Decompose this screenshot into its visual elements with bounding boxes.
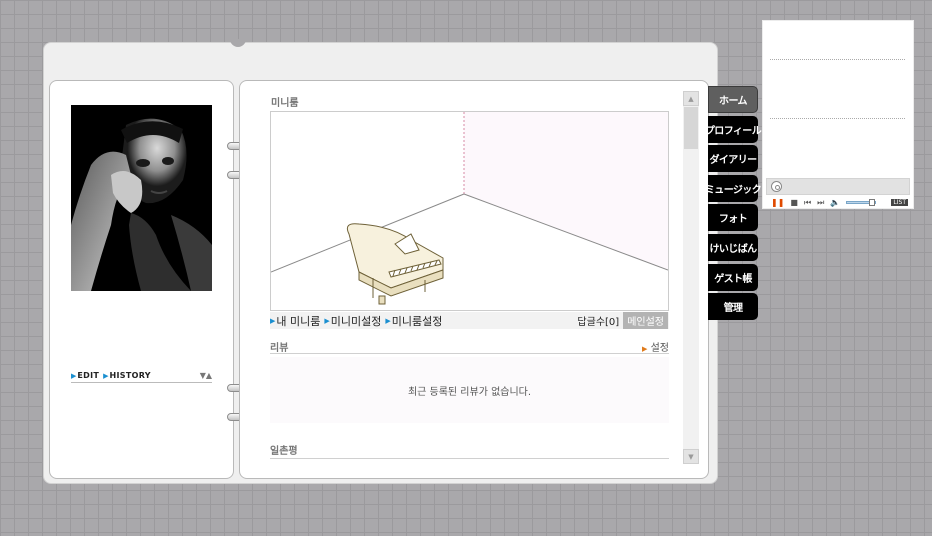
ilchon-title: 일촌평 (270, 446, 298, 457)
profile-edit-row: ▶ EDIT ▶ HISTORY ▼▲ (71, 369, 212, 383)
tab-profile[interactable]: プロフィール (705, 115, 762, 143)
tab-photo[interactable]: フォト (708, 204, 758, 232)
list-button[interactable]: LIST (891, 199, 908, 206)
home-page: 미니룸 ▶ 내 미니룸 ▶ 미니미설정 ▶ 미니룸설정 답글수[0] 메인설정 … (239, 80, 709, 479)
vertical-scrollbar[interactable]: ▲ ▼ (683, 91, 699, 464)
divider (770, 59, 905, 60)
review-setting-link[interactable]: ▶ 설정 (642, 339, 669, 354)
review-section-header: 리뷰 ▶ 설정 (270, 339, 669, 354)
edit-link[interactable]: EDIT (77, 371, 99, 380)
setting-arrow-icon: ▶ (642, 345, 648, 353)
player-display (766, 178, 910, 195)
miniroom-title: 미니룸 (271, 98, 299, 109)
music-player: ❚❚ ■ ⏮ ⏭ 🔈 LIST (762, 20, 914, 209)
side-tab-menu: ホーム プロフィール ダイアリー ミュージック フォト けいじばん ゲスト帳 管… (705, 86, 762, 323)
divider (770, 118, 905, 119)
tab-home[interactable]: ホーム (708, 86, 758, 113)
next-icon[interactable]: ⏭ (817, 198, 824, 208)
volume-icon[interactable]: 🔈 (830, 198, 840, 207)
tab-diary[interactable]: ダイアリー (708, 145, 758, 173)
history-arrow-icon: ▶ (103, 371, 109, 380)
pause-icon[interactable]: ❚❚ (771, 198, 784, 207)
review-empty-message: 최근 등록된 리뷰가 없습니다. (407, 386, 532, 398)
review-title: 리뷰 (270, 343, 289, 354)
miniroom-view[interactable] (270, 111, 669, 311)
review-list: 최근 등록된 리뷰가 없습니다. (270, 357, 669, 423)
scroll-down-icon[interactable]: ▼ (683, 449, 699, 464)
main-setting-button[interactable]: 메인설정 (623, 312, 668, 329)
review-setting-label: 설정 (650, 343, 669, 354)
volume-slider[interactable] (846, 199, 877, 206)
miniroom-links-bar: ▶ 내 미니룸 ▶ 미니미설정 ▶ 미니룸설정 답글수[0] 메인설정 (270, 312, 669, 329)
ilchon-section-header: 일촌평 (270, 442, 669, 459)
miniroom-settings-link[interactable]: 미니룸설정 (392, 313, 443, 329)
tab-admin[interactable]: 管理 (708, 293, 758, 321)
scroll-thumb[interactable] (684, 107, 698, 149)
piano-icon[interactable] (346, 223, 444, 305)
link-arrow-icon: ▶ (324, 316, 330, 325)
reply-count[interactable]: 답글수[0] (577, 313, 619, 328)
tab-music[interactable]: ミュージック (705, 174, 762, 202)
edit-arrow-icon: ▶ (71, 371, 77, 380)
volume-knob[interactable] (869, 199, 876, 206)
stop-icon[interactable]: ■ (790, 198, 798, 207)
link-arrow-icon: ▶ (270, 316, 276, 325)
my-miniroom-link[interactable]: 내 미니룸 (276, 313, 320, 329)
tab-guestbook[interactable]: ゲスト帳 (708, 263, 758, 291)
profile-photo (71, 105, 212, 291)
history-link[interactable]: HISTORY (110, 371, 151, 380)
scroll-up-icon[interactable]: ▲ (683, 91, 699, 106)
tab-board[interactable]: けいじばん (708, 233, 758, 261)
disc-icon (771, 181, 782, 192)
prev-icon[interactable]: ⏮ (804, 198, 811, 208)
minimi-settings-link[interactable]: 미니미설정 (331, 313, 382, 329)
profile-page: ▶ EDIT ▶ HISTORY ▼▲ (49, 80, 234, 479)
expand-toggle-icon[interactable]: ▼▲ (200, 371, 212, 380)
link-arrow-icon: ▶ (385, 316, 391, 325)
binder-notch (230, 39, 246, 47)
player-controls: ❚❚ ■ ⏮ ⏭ 🔈 LIST (766, 197, 910, 208)
